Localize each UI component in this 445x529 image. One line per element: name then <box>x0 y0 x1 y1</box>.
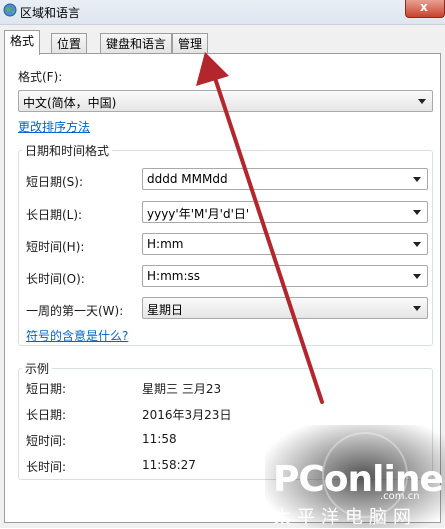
example-long-date-label: 长日期: <box>26 408 67 422</box>
example-short-date-label: 短日期: <box>26 382 67 396</box>
tab-location[interactable]: 位置 <box>51 33 88 53</box>
example-short-time-value: 11:58 <box>142 432 177 446</box>
tab-administrative[interactable]: 管理 <box>172 33 209 53</box>
example-short-time-label: 短时间: <box>26 434 67 448</box>
tab-strip: 格式 位置 键盘和语言 管理 <box>0 30 445 55</box>
short-time-value: H:mm <box>147 237 184 251</box>
long-time-value: H:mm:ss <box>147 269 200 283</box>
chevron-down-icon <box>413 306 421 311</box>
window-title: 区域和语言 <box>20 6 81 20</box>
short-time-label: 短时间(H): <box>26 240 85 254</box>
format-dropdown-value: 中文(简体，中国) <box>23 96 117 110</box>
chevron-down-icon <box>413 177 421 182</box>
example-short-date-value: 星期三 三月23 <box>142 382 222 396</box>
format-dropdown[interactable]: 中文(简体，中国) <box>18 90 433 112</box>
first-day-value: 星期日 <box>147 303 184 317</box>
close-button[interactable]: x <box>405 0 445 18</box>
change-sort-link[interactable]: 更改排序方法 <box>18 118 90 135</box>
chevron-down-icon <box>413 242 421 247</box>
watermark-chinese-name: 太平洋电脑网 <box>273 507 417 528</box>
long-time-dropdown[interactable]: H:mm:ss <box>142 265 428 287</box>
first-day-dropdown[interactable]: 星期日 <box>142 297 428 319</box>
long-date-value: yyyy'年'M'月'd'日' <box>147 207 250 221</box>
symbols-meaning-link[interactable]: 符号的含意是什么? <box>26 327 128 344</box>
short-time-dropdown[interactable]: H:mm <box>142 233 428 255</box>
watermark-domain: .com.cn <box>380 491 420 502</box>
long-time-label: 长时间(O): <box>26 272 85 286</box>
long-date-label: 长日期(L): <box>26 208 83 222</box>
short-date-label: 短日期(S): <box>26 175 84 189</box>
chevron-down-icon <box>413 274 421 279</box>
chevron-down-icon <box>413 210 421 215</box>
first-day-label: 一周的第一天(W): <box>26 304 124 318</box>
example-long-date-value: 2016年3月23日 <box>142 408 232 422</box>
chevron-down-icon <box>418 99 426 104</box>
tab-keyboard-language[interactable]: 键盘和语言 <box>100 33 173 53</box>
close-icon: x <box>420 0 428 14</box>
short-date-value: dddd MMMdd <box>147 172 228 186</box>
datetime-group-title: 日期和时间格式 <box>22 142 113 159</box>
example-long-time-value: 11:58:27 <box>142 458 196 472</box>
title-bar: 区域和语言 x <box>0 0 445 25</box>
format-label: 格式(F): <box>18 70 63 84</box>
globe-icon <box>3 3 17 17</box>
short-date-dropdown[interactable]: dddd MMMdd <box>142 168 428 190</box>
pconline-watermark: PConline .com.cn 太平洋电脑网 <box>265 425 445 528</box>
long-date-dropdown[interactable]: yyyy'年'M'月'd'日' <box>142 201 428 223</box>
examples-group-title: 示例 <box>22 360 53 377</box>
example-long-time-label: 长时间: <box>26 460 67 474</box>
tab-format[interactable]: 格式 <box>4 30 41 55</box>
